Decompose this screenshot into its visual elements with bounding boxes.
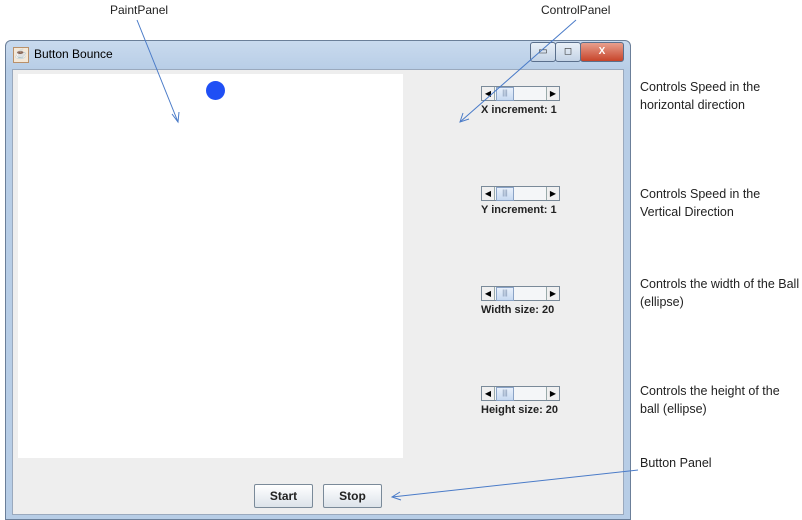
- height-size-label: Height size: 20: [481, 404, 559, 416]
- minimize-icon[interactable]: ▭: [530, 42, 556, 62]
- button-panel-annotation: Button Panel: [640, 456, 712, 470]
- scroll-left-icon[interactable]: ◀: [482, 87, 495, 100]
- title-bar[interactable]: ☕ Button Bounce ▭ ◻ X: [6, 41, 630, 69]
- x-increment-label: X increment: 1: [481, 104, 557, 116]
- x-increment-control: ◀ ||| ▶ X increment: 1: [481, 86, 561, 116]
- width-size-scrollbar[interactable]: ◀ ||| ▶: [481, 286, 560, 301]
- paint-panel-annotation: PaintPanel: [110, 3, 169, 17]
- scroll-thumb[interactable]: |||: [496, 187, 514, 201]
- scroll-right-icon[interactable]: ▶: [546, 187, 559, 200]
- note-x-speed: Controls Speed in the horizontal directi…: [640, 80, 761, 112]
- scroll-left-icon[interactable]: ◀: [482, 287, 495, 300]
- maximize-icon[interactable]: ◻: [555, 42, 581, 62]
- start-button[interactable]: Start: [254, 484, 313, 508]
- control-panel-annotation: ControlPanel: [541, 3, 611, 17]
- y-increment-control: ◀ ||| ▶ Y increment: 1: [481, 186, 561, 216]
- width-size-control: ◀ ||| ▶ Width size: 20: [481, 286, 561, 316]
- window-title: Button Bounce: [34, 47, 113, 61]
- paint-panel: [18, 74, 403, 458]
- bouncing-ball: [206, 81, 225, 100]
- scroll-right-icon[interactable]: ▶: [546, 387, 559, 400]
- java-icon: ☕: [13, 47, 29, 63]
- note-height: Controls the height of the ball (ellipse…: [640, 384, 780, 416]
- height-size-scrollbar[interactable]: ◀ ||| ▶: [481, 386, 560, 401]
- y-increment-scrollbar[interactable]: ◀ ||| ▶: [481, 186, 560, 201]
- app-window: ☕ Button Bounce ▭ ◻ X ◀ ||| ▶ X increment:…: [5, 40, 631, 520]
- x-increment-scrollbar[interactable]: ◀ ||| ▶: [481, 86, 560, 101]
- scroll-right-icon[interactable]: ▶: [546, 287, 559, 300]
- note-y-speed: Controls Speed in the Vertical Direction: [640, 187, 761, 219]
- scroll-thumb[interactable]: |||: [496, 87, 514, 101]
- content-pane: ◀ ||| ▶ X increment: 1 ◀ ||| ▶ Y increment: …: [12, 69, 624, 515]
- close-icon[interactable]: X: [580, 42, 624, 62]
- y-increment-label: Y increment: 1: [481, 204, 557, 216]
- scroll-right-icon[interactable]: ▶: [546, 87, 559, 100]
- scroll-left-icon[interactable]: ◀: [482, 387, 495, 400]
- width-size-label: Width size: 20: [481, 304, 555, 316]
- scroll-thumb[interactable]: |||: [496, 287, 514, 301]
- height-size-control: ◀ ||| ▶ Height size: 20: [481, 386, 561, 416]
- stop-button[interactable]: Stop: [323, 484, 382, 508]
- note-width: Controls the width of the Ball (ellipse): [640, 277, 800, 309]
- scroll-thumb[interactable]: |||: [496, 387, 514, 401]
- scroll-left-icon[interactable]: ◀: [482, 187, 495, 200]
